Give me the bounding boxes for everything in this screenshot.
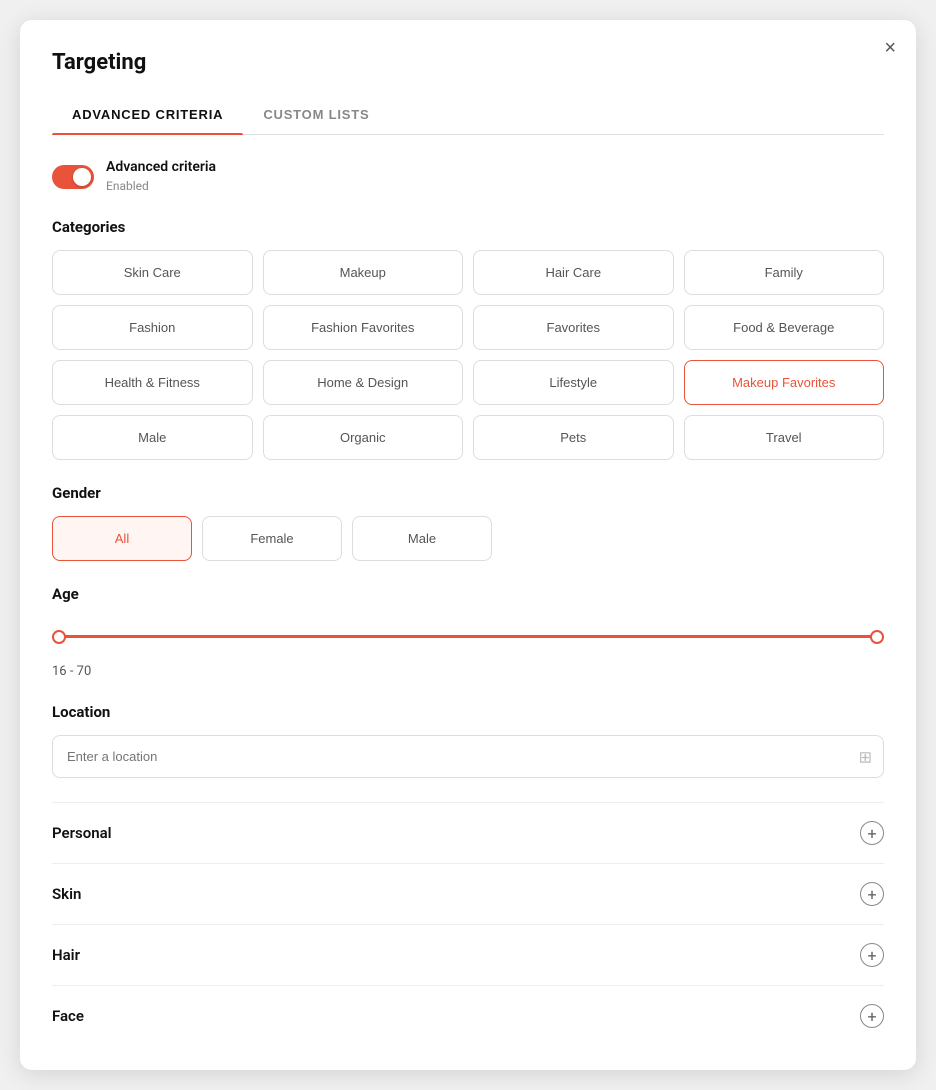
toggle-label: Advanced criteria [106, 159, 216, 175]
accordion-item-hair[interactable]: Hair + [52, 925, 884, 986]
age-section: Age 16 - 70 [52, 585, 884, 679]
accordion-label-hair: Hair [52, 946, 80, 964]
accordion-item-skin[interactable]: Skin + [52, 864, 884, 925]
category-btn-family[interactable]: Family [684, 250, 885, 295]
category-btn-home-design[interactable]: Home & Design [263, 360, 464, 405]
category-btn-fashion-favorites[interactable]: Fashion Favorites [263, 305, 464, 350]
category-btn-health-fitness[interactable]: Health & Fitness [52, 360, 253, 405]
age-range-label: 16 - 70 [52, 664, 884, 679]
category-btn-skin-care[interactable]: Skin Care [52, 250, 253, 295]
gender-grid: AllFemaleMale [52, 516, 884, 561]
tab-advanced-criteria[interactable]: ADVANCED CRITERIA [52, 95, 243, 134]
category-btn-makeup[interactable]: Makeup [263, 250, 464, 295]
location-pin-icon: ⊞ [859, 747, 872, 766]
category-btn-male[interactable]: Male [52, 415, 253, 460]
categories-grid: Skin CareMakeupHair CareFamily FashionFas… [52, 250, 884, 460]
accordion-expand-icon-hair: + [860, 943, 884, 967]
gender-btn-male[interactable]: Male [352, 516, 492, 561]
advanced-criteria-toggle-row: Advanced criteria Enabled [52, 159, 884, 194]
category-btn-hair-care[interactable]: Hair Care [473, 250, 674, 295]
gender-label: Gender [52, 484, 884, 502]
accordion-label-skin: Skin [52, 885, 81, 903]
category-btn-lifestyle[interactable]: Lifestyle [473, 360, 674, 405]
location-input[interactable] [52, 735, 884, 778]
accordion-label-face: Face [52, 1007, 84, 1025]
age-slider[interactable] [52, 617, 884, 656]
slider-track [52, 635, 884, 638]
category-btn-favorites[interactable]: Favorites [473, 305, 674, 350]
categories-label: Categories [52, 218, 884, 236]
accordion-item-personal[interactable]: Personal + [52, 803, 884, 864]
toggle-text: Advanced criteria Enabled [106, 159, 216, 194]
category-btn-pets[interactable]: Pets [473, 415, 674, 460]
location-label: Location [52, 703, 884, 721]
gender-section: Gender AllFemaleMale [52, 484, 884, 561]
category-btn-organic[interactable]: Organic [263, 415, 464, 460]
location-input-wrap: ⊞ [52, 735, 884, 778]
targeting-modal: × Targeting ADVANCED CRITERIA CUSTOM LIS… [20, 20, 916, 1070]
gender-btn-female[interactable]: Female [202, 516, 342, 561]
location-section: Location ⊞ [52, 703, 884, 778]
categories-section: Categories Skin CareMakeupHair CareFamil… [52, 218, 884, 460]
category-btn-food-beverage[interactable]: Food & Beverage [684, 305, 885, 350]
accordion-item-face[interactable]: Face + [52, 986, 884, 1046]
tab-custom-lists[interactable]: CUSTOM LISTS [243, 95, 389, 134]
gender-btn-all[interactable]: All [52, 516, 192, 561]
accordion-expand-icon-skin: + [860, 882, 884, 906]
age-label: Age [52, 585, 884, 603]
advanced-criteria-toggle[interactable] [52, 165, 94, 189]
toggle-sub-label: Enabled [106, 179, 149, 193]
category-btn-makeup-favorites[interactable]: Makeup Favorites [684, 360, 885, 405]
category-btn-fashion[interactable]: Fashion [52, 305, 253, 350]
age-max-thumb[interactable] [870, 630, 884, 644]
modal-title: Targeting [52, 50, 884, 75]
age-min-thumb[interactable] [52, 630, 66, 644]
category-btn-travel[interactable]: Travel [684, 415, 885, 460]
accordion-expand-icon-face: + [860, 1004, 884, 1028]
accordion-label-personal: Personal [52, 824, 112, 842]
close-button[interactable]: × [884, 38, 896, 58]
accordion-expand-icon-personal: + [860, 821, 884, 845]
tabs-container: ADVANCED CRITERIA CUSTOM LISTS [52, 95, 884, 135]
accordion-section: Personal + Skin + Hair + Face + [52, 802, 884, 1046]
